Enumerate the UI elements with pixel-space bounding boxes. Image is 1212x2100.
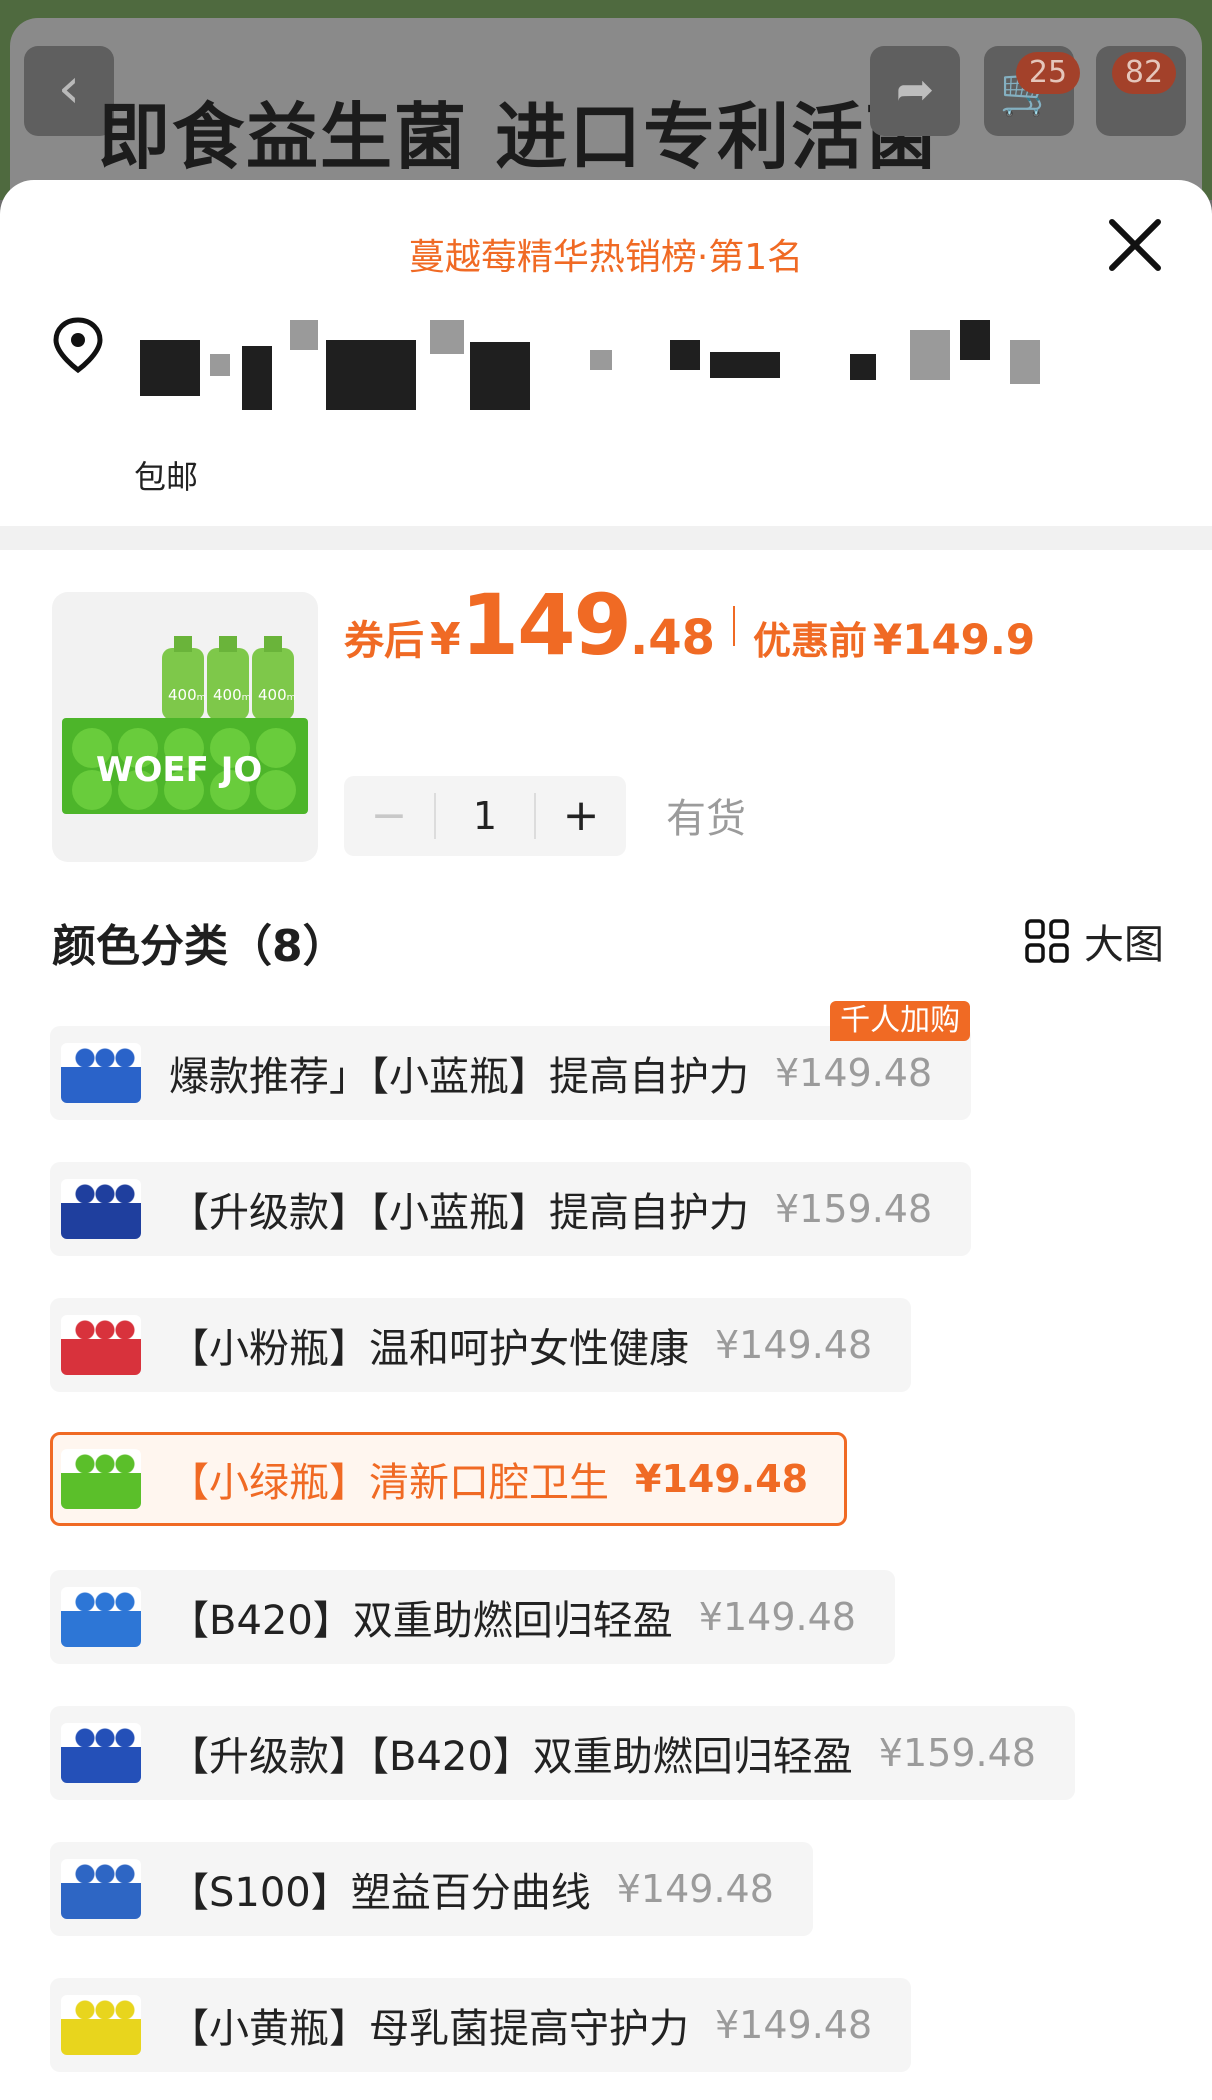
variant-label-4: 【小绿瓶】清新口腔卫生 bbox=[169, 1460, 609, 1506]
variant-thumb-7 bbox=[61, 1859, 141, 1919]
sku-selector-sheet: 蔓越莓精华热销榜·第1名 包邮 WOEF JO 400ₘ 400ₘ 400ₘ 券… bbox=[0, 180, 1212, 2100]
share-button[interactable]: ➦ bbox=[870, 46, 960, 136]
bottle-label-3: 400ₘ bbox=[258, 686, 296, 704]
variant-thumb-3 bbox=[61, 1315, 141, 1375]
variant-thumb-2 bbox=[61, 1179, 141, 1239]
stock-status: 有货 bbox=[666, 796, 746, 842]
share-icon: ➦ bbox=[895, 62, 935, 116]
variant-label-6: 【升级款】【B420】双重助燃回归轻盈 bbox=[169, 1734, 853, 1780]
variant-thumb-8 bbox=[61, 1995, 141, 2055]
big-view-toggle[interactable]: 大图 bbox=[1024, 912, 1164, 970]
delivery-address[interactable] bbox=[130, 320, 1090, 430]
variant-label-8: 【小黄瓶】母乳菌提高守护力 bbox=[169, 2006, 689, 2052]
decrease-button[interactable]: − bbox=[344, 776, 434, 856]
variant-option-3[interactable]: 【小粉瓶】温和呵护女性健康 ¥149.48 bbox=[50, 1298, 912, 1392]
original-price: ¥149.9 bbox=[873, 615, 1036, 664]
variant-option-5[interactable]: 【B420】双重助燃回归轻盈 ¥149.48 bbox=[50, 1570, 895, 1664]
more-count-badge: 82 bbox=[1112, 52, 1176, 94]
quantity-stepper: − 1 + bbox=[344, 776, 626, 856]
price-decimal: .48 bbox=[629, 610, 715, 666]
variant-price-6: ¥159.48 bbox=[878, 1731, 1036, 1775]
location-pin-icon bbox=[53, 317, 103, 374]
cart-count-badge: 25 bbox=[1016, 52, 1080, 94]
variant-option-7[interactable]: 【S100】塑益百分曲线 ¥149.48 bbox=[50, 1842, 813, 1936]
variant-option-6[interactable]: 【升级款】【B420】双重助燃回归轻盈 ¥159.48 bbox=[50, 1706, 1075, 1800]
popular-tag: 千人加购 bbox=[830, 1001, 971, 1041]
background-title: 即食益生菌 进口专利活菌 bbox=[98, 95, 940, 179]
variant-thumb-5 bbox=[61, 1587, 141, 1647]
price-separator bbox=[733, 606, 735, 646]
variant-section-title: 颜色分类（8） bbox=[52, 921, 347, 972]
variant-label-7: 【S100】塑益百分曲线 bbox=[169, 1870, 591, 1916]
product-brand-text: WOEF JO bbox=[96, 750, 263, 790]
variant-thumb-1 bbox=[61, 1043, 141, 1103]
variant-price-4: ¥149.48 bbox=[635, 1457, 809, 1501]
bottle-label-1: 400ₘ bbox=[168, 686, 206, 704]
variant-price-3: ¥149.48 bbox=[715, 1323, 873, 1367]
price-currency: ¥ bbox=[430, 614, 461, 665]
variant-label-1: 爆款推荐」【小蓝瓶】提高自护力 bbox=[169, 1054, 749, 1100]
bottle-label-2: 400ₘ bbox=[213, 686, 251, 704]
price-line: 券后 ¥ 149 .48 优惠前 ¥149.9 bbox=[344, 576, 1035, 676]
variant-option-1[interactable]: 爆款推荐」【小蓝瓶】提高自护力 ¥149.48 千人加购 bbox=[50, 1001, 972, 1120]
variant-option-8[interactable]: 【小黄瓶】母乳菌提高守护力 ¥149.48 bbox=[50, 1978, 912, 2072]
grid-view-icon bbox=[1025, 919, 1069, 963]
variant-price-1: ¥149.48 bbox=[775, 1051, 933, 1095]
variant-option-2[interactable]: 【升级款】【小蓝瓶】提高自护力 ¥159.48 bbox=[50, 1162, 972, 1256]
ranking-banner: 蔓越莓精华热销榜·第1名 bbox=[408, 237, 804, 278]
variant-price-7: ¥149.48 bbox=[616, 1867, 774, 1911]
variant-thumb-6 bbox=[61, 1723, 141, 1783]
price-integer: 149 bbox=[460, 576, 632, 674]
variant-price-2: ¥159.48 bbox=[775, 1187, 933, 1231]
coupon-price-label: 券后 bbox=[344, 618, 424, 664]
variant-price-5: ¥149.48 bbox=[698, 1595, 856, 1639]
variant-label-3: 【小粉瓶】温和呵护女性健康 bbox=[169, 1326, 689, 1372]
original-price-label: 优惠前 bbox=[753, 619, 868, 663]
product-bottles-graphic bbox=[62, 636, 308, 814]
postage-label: 包邮 bbox=[134, 458, 199, 496]
variant-label-2: 【升级款】【小蓝瓶】提高自护力 bbox=[169, 1190, 749, 1236]
quantity-value[interactable]: 1 bbox=[434, 793, 536, 839]
variant-thumb-4 bbox=[61, 1449, 141, 1509]
variant-option-4-selected[interactable]: 【小绿瓶】清新口腔卫生 ¥149.48 bbox=[50, 1432, 848, 1526]
product-image[interactable]: WOEF JO 400ₘ 400ₘ 400ₘ bbox=[52, 592, 318, 862]
close-icon[interactable] bbox=[1100, 210, 1170, 280]
big-view-label: 大图 bbox=[1084, 922, 1164, 968]
section-divider bbox=[0, 526, 1212, 550]
chevron-left-icon: ‹ bbox=[57, 56, 81, 121]
increase-button[interactable]: + bbox=[536, 776, 626, 856]
variant-price-8: ¥149.48 bbox=[715, 2003, 873, 2047]
variant-label-5: 【B420】双重助燃回归轻盈 bbox=[169, 1598, 673, 1644]
